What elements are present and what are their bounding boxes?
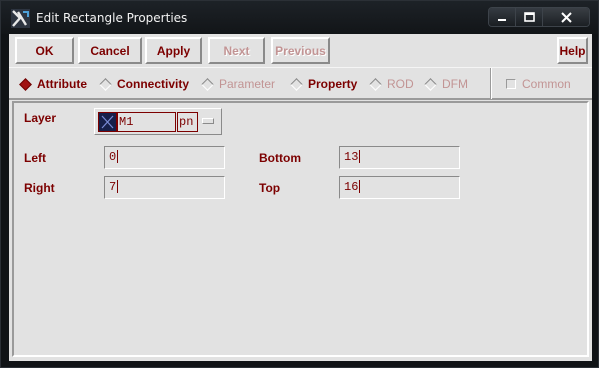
- window-controls: [488, 7, 590, 27]
- radio-icon: [290, 77, 303, 91]
- tab-rod-label: ROD: [387, 77, 414, 91]
- bottom-value: 13: [344, 150, 359, 164]
- layer-dropdown-icon[interactable]: [202, 118, 214, 124]
- radio-icon: [369, 77, 382, 91]
- top-value: 16: [344, 180, 359, 194]
- dialog-window: Edit Rectangle Properties OK Cancel Appl…: [0, 0, 599, 368]
- apply-button[interactable]: Apply: [145, 37, 202, 64]
- section-selector: Attribute Connectivity Parameter Propert…: [9, 67, 592, 100]
- tab-property-label: Property: [308, 77, 358, 91]
- button-row: OK Cancel Apply Next Previous Help: [15, 37, 589, 64]
- ok-button[interactable]: OK: [15, 37, 74, 64]
- radio-icon: [424, 77, 437, 91]
- text-cursor: [117, 150, 119, 164]
- right-value: 7: [109, 180, 117, 194]
- radio-selected-icon: [19, 77, 32, 91]
- tab-dfm-label: DFM: [442, 77, 468, 91]
- close-icon[interactable]: [543, 8, 589, 26]
- minimize-icon[interactable]: [489, 8, 516, 26]
- tab-rod[interactable]: ROD: [367, 76, 414, 92]
- layer-swatch-icon[interactable]: [98, 112, 117, 132]
- tab-connectivity[interactable]: Connectivity: [97, 76, 189, 92]
- left-field[interactable]: 0: [104, 146, 225, 169]
- radio-icon: [201, 77, 214, 91]
- attribute-panel: [12, 101, 589, 357]
- right-field[interactable]: 7: [104, 176, 225, 199]
- top-label: Top: [259, 181, 281, 195]
- tab-connectivity-label: Connectivity: [117, 77, 190, 91]
- layer-name-field[interactable]: M1: [117, 112, 176, 132]
- help-button[interactable]: Help: [557, 37, 588, 64]
- tab-dfm[interactable]: DFM: [422, 76, 468, 92]
- checkbox-icon: [506, 79, 516, 89]
- common-checkbox[interactable]: Common: [506, 76, 571, 92]
- tab-parameter-label: Parameter: [219, 77, 276, 91]
- layer-purpose-field[interactable]: pn: [177, 112, 198, 132]
- next-button[interactable]: Next: [208, 37, 265, 64]
- tab-property[interactable]: Property: [288, 76, 357, 92]
- tab-attribute-label: Attribute: [37, 77, 87, 91]
- radio-icon: [99, 77, 112, 91]
- maximize-icon[interactable]: [516, 8, 543, 26]
- app-icon: [11, 9, 30, 28]
- bottom-label: Bottom: [259, 151, 301, 165]
- text-cursor: [359, 180, 361, 194]
- layer-label: Layer: [24, 111, 57, 125]
- common-label: Common: [522, 77, 571, 91]
- title-bar[interactable]: Edit Rectangle Properties: [1, 1, 598, 34]
- dialog-body: OK Cancel Apply Next Previous Help Attri…: [9, 34, 592, 361]
- text-cursor: [359, 150, 361, 164]
- previous-button[interactable]: Previous: [271, 37, 330, 64]
- right-label: Right: [24, 181, 55, 195]
- left-value: 0: [109, 150, 117, 164]
- window-title: Edit Rectangle Properties: [36, 11, 188, 25]
- bottom-field[interactable]: 13: [339, 146, 460, 169]
- tab-attribute[interactable]: Attribute: [17, 76, 87, 92]
- cancel-button[interactable]: Cancel: [78, 37, 142, 64]
- left-label: Left: [24, 151, 46, 165]
- tab-parameter[interactable]: Parameter: [199, 76, 275, 92]
- divider: [490, 68, 492, 99]
- text-cursor: [117, 180, 119, 194]
- top-field[interactable]: 16: [339, 176, 460, 199]
